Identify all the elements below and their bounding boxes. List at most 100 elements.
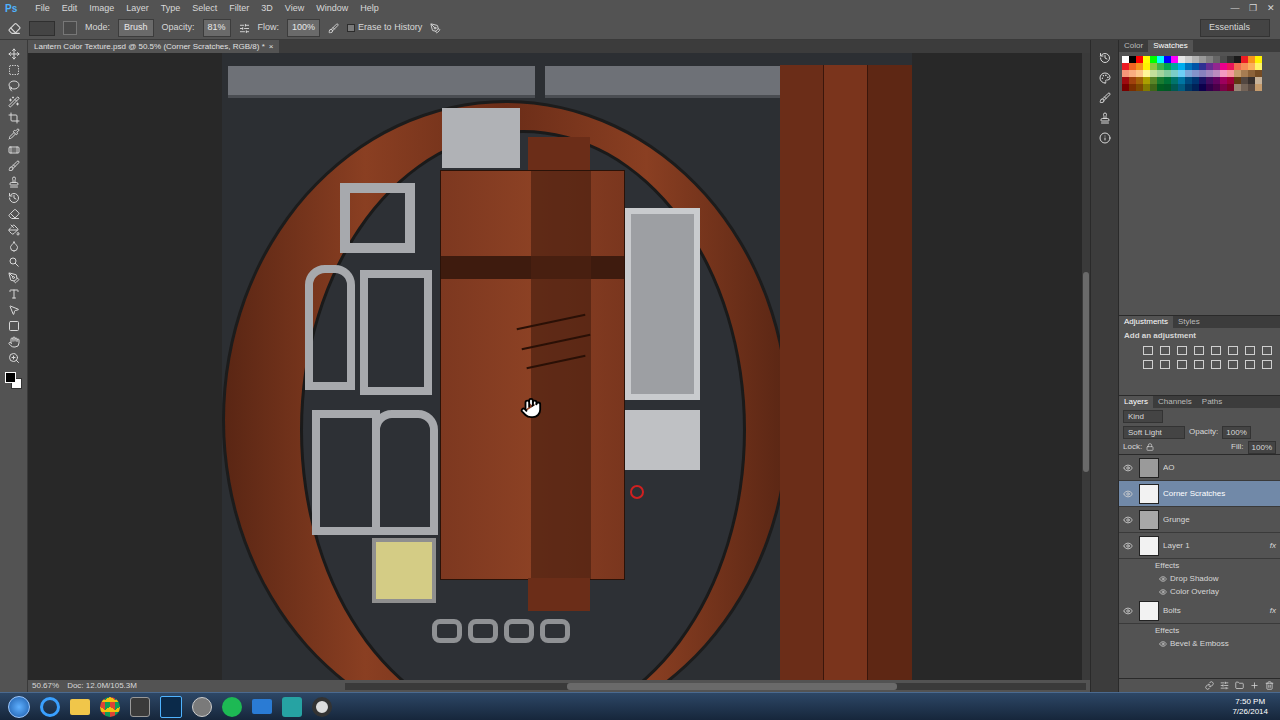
swatch[interactable] [1185, 77, 1192, 84]
swatch[interactable] [1122, 77, 1129, 84]
swatch[interactable] [1199, 84, 1206, 91]
swatch[interactable] [1171, 84, 1178, 91]
swatch[interactable] [1234, 56, 1241, 63]
swatch[interactable] [1220, 56, 1227, 63]
layer-filter-select[interactable]: Kind [1123, 410, 1163, 423]
close-tab-button[interactable]: × [269, 43, 274, 51]
layer-row[interactable]: Layer 1fx [1119, 533, 1280, 559]
swatch[interactable] [1199, 70, 1206, 77]
swatch[interactable] [1129, 77, 1136, 84]
swatch[interactable] [1136, 84, 1143, 91]
swatch[interactable] [1199, 63, 1206, 70]
swatch[interactable] [1150, 63, 1157, 70]
swatch[interactable] [1122, 63, 1129, 70]
spotify-icon[interactable] [222, 697, 242, 717]
layer-row[interactable]: Boltsfx [1119, 598, 1280, 624]
menu-item[interactable]: Type [155, 4, 187, 13]
marquee-tool-icon[interactable] [8, 64, 20, 76]
window-control[interactable]: ✕ [1262, 4, 1280, 13]
layer-opacity-field[interactable]: 100% [1222, 426, 1250, 439]
swatch[interactable] [1143, 77, 1150, 84]
menu-item[interactable]: File [29, 4, 56, 13]
swatch[interactable] [1227, 63, 1234, 70]
swatch[interactable] [1192, 77, 1199, 84]
brush-preset[interactable] [29, 21, 55, 36]
swatch[interactable] [1164, 84, 1171, 91]
new-layer-icon[interactable] [1250, 681, 1259, 690]
eye-icon[interactable] [1159, 575, 1167, 583]
swatch[interactable] [1157, 70, 1164, 77]
dodge-tool-icon[interactable] [8, 256, 20, 268]
swatch[interactable] [1213, 56, 1220, 63]
effect-row[interactable]: Drop Shadow [1119, 572, 1280, 585]
swatch[interactable] [1171, 70, 1178, 77]
panel-tab[interactable]: Layers [1119, 396, 1153, 408]
swatch[interactable] [1143, 84, 1150, 91]
start-button-icon[interactable] [8, 696, 30, 718]
zbrush-icon[interactable] [130, 697, 150, 717]
swatch[interactable] [1199, 56, 1206, 63]
menu-item[interactable]: View [279, 4, 310, 13]
mode-select[interactable]: Brush [118, 19, 154, 37]
adjustment-button-icon[interactable] [1143, 346, 1153, 355]
swatch[interactable] [1143, 70, 1150, 77]
airbrush-icon[interactable] [328, 23, 339, 34]
swatch[interactable] [1220, 77, 1227, 84]
panel-tab[interactable]: Styles [1173, 316, 1205, 328]
maya-icon[interactable] [282, 697, 302, 717]
clone-stamp-icon[interactable] [8, 176, 20, 188]
photoshop-icon[interactable] [160, 696, 182, 718]
pressure-opacity-icon[interactable] [239, 23, 250, 34]
horizontal-scrollbar[interactable] [345, 683, 1086, 690]
swatch[interactable] [1192, 63, 1199, 70]
window-control[interactable]: ❐ [1244, 4, 1262, 13]
adjustment-layer-icon[interactable] [1220, 681, 1229, 690]
eraser-icon[interactable] [8, 22, 21, 35]
swatch[interactable] [1150, 84, 1157, 91]
adjustment-button-icon[interactable] [1228, 346, 1238, 355]
adjustment-button-icon[interactable] [1245, 360, 1255, 369]
adjustment-button-icon[interactable] [1228, 360, 1238, 369]
history-panel-icon[interactable] [1099, 52, 1111, 64]
swatch[interactable] [1255, 70, 1262, 77]
type-tool-icon[interactable] [8, 288, 20, 300]
swatch[interactable] [1248, 70, 1255, 77]
swatch[interactable] [1136, 70, 1143, 77]
menu-item[interactable]: Help [354, 4, 385, 13]
swatch[interactable] [1220, 84, 1227, 91]
swatch[interactable] [1248, 84, 1255, 91]
panel-tab[interactable]: Color [1119, 40, 1148, 52]
layer-row[interactable]: Corner Scratches [1119, 481, 1280, 507]
swatch[interactable] [1227, 84, 1234, 91]
swatch[interactable] [1171, 56, 1178, 63]
swatch[interactable] [1178, 56, 1185, 63]
mail-icon[interactable] [252, 699, 272, 714]
panel-tab[interactable]: Adjustments [1119, 316, 1173, 328]
swatch[interactable] [1150, 77, 1157, 84]
swatch[interactable] [1129, 56, 1136, 63]
menu-item[interactable]: Layer [120, 4, 155, 13]
swatch[interactable] [1248, 56, 1255, 63]
swatch[interactable] [1206, 56, 1213, 63]
swatch[interactable] [1178, 77, 1185, 84]
swatch[interactable] [1255, 63, 1262, 70]
system-clock[interactable]: 7:50 PM7/26/2014 [1228, 697, 1272, 717]
adjustment-button-icon[interactable] [1194, 360, 1204, 369]
swatch[interactable] [1171, 63, 1178, 70]
erase-to-history-checkbox[interactable]: Erase to History [347, 21, 422, 35]
swatch[interactable] [1164, 77, 1171, 84]
adjustment-button-icon[interactable] [1211, 346, 1221, 355]
swatch[interactable] [1185, 63, 1192, 70]
swatch[interactable] [1206, 70, 1213, 77]
layer-row[interactable]: AO [1119, 455, 1280, 481]
adjustment-button-icon[interactable] [1211, 360, 1221, 369]
swatch[interactable] [1129, 84, 1136, 91]
swatch[interactable] [1129, 63, 1136, 70]
layer-row[interactable]: Grunge [1119, 507, 1280, 533]
swatch[interactable] [1150, 70, 1157, 77]
workspace-select[interactable]: Essentials [1200, 19, 1270, 37]
swatch[interactable] [1248, 63, 1255, 70]
unity-icon[interactable] [312, 697, 332, 717]
adjustment-button-icon[interactable] [1143, 360, 1153, 369]
swatch[interactable] [1136, 77, 1143, 84]
